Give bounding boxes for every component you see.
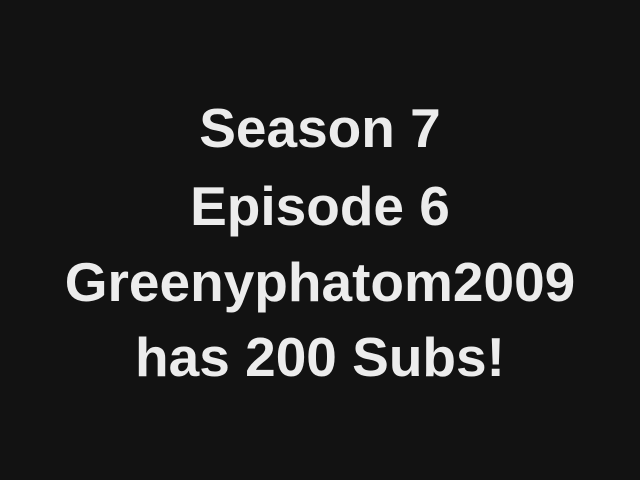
title-card: Season 7 Episode 6 Greenyphatom2009 has …: [0, 0, 640, 480]
season-text: Season 7: [199, 97, 441, 159]
episode-text: Episode 6: [190, 175, 450, 237]
subscriber-milestone-text: has 200 Subs!: [135, 326, 505, 388]
channel-name-text: Greenyphatom2009: [64, 251, 576, 313]
